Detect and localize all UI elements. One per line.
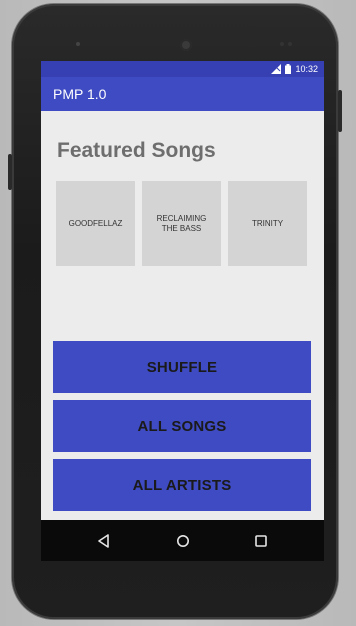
back-icon[interactable] xyxy=(93,530,115,552)
status-icons: 10:32 xyxy=(271,63,318,75)
volume-button xyxy=(8,154,12,190)
recents-icon[interactable] xyxy=(250,530,272,552)
all-songs-button-label: ALL SONGS xyxy=(137,417,227,435)
power-button xyxy=(338,90,342,132)
front-camera xyxy=(180,39,192,51)
featured-song-label: GOODFELLAZ xyxy=(68,218,123,228)
featured-song-tile-reclaiming-the-bass[interactable]: RECLAIMING THE BASS xyxy=(142,181,221,266)
app-bar: PMP 1.0 xyxy=(41,77,324,111)
app-title: PMP 1.0 xyxy=(53,86,107,102)
featured-song-tile-goodfellaz[interactable]: GOODFELLAZ xyxy=(56,181,135,266)
signal-icon xyxy=(271,64,282,74)
shuffle-button[interactable]: SHUFFLE xyxy=(53,341,311,393)
nav-bar xyxy=(41,520,324,561)
featured-song-label: RECLAIMING THE BASS xyxy=(156,213,207,233)
light-sensor-2 xyxy=(288,42,292,46)
featured-song-label: TRINITY xyxy=(251,218,284,228)
battery-icon xyxy=(285,64,292,74)
featured-songs-row: GOODFELLAZ RECLAIMING THE BASS TRINITY xyxy=(56,181,310,266)
home-icon[interactable] xyxy=(172,530,194,552)
featured-song-tile-trinity[interactable]: TRINITY xyxy=(228,181,307,266)
shuffle-button-label: SHUFFLE xyxy=(146,358,218,376)
all-songs-button[interactable]: ALL SONGS xyxy=(53,400,311,452)
all-artists-button[interactable]: ALL ARTISTS xyxy=(53,459,311,511)
featured-songs-title: Featured Songs xyxy=(57,139,216,162)
proximity-sensor xyxy=(76,42,80,46)
all-artists-button-label: ALL ARTISTS xyxy=(132,476,232,494)
status-time: 10:32 xyxy=(295,64,318,74)
status-bar: 10:32 xyxy=(41,61,324,77)
light-sensor xyxy=(280,42,284,46)
screen: 10:32 PMP 1.0 Featured Songs GOODFELLAZ … xyxy=(41,61,324,561)
